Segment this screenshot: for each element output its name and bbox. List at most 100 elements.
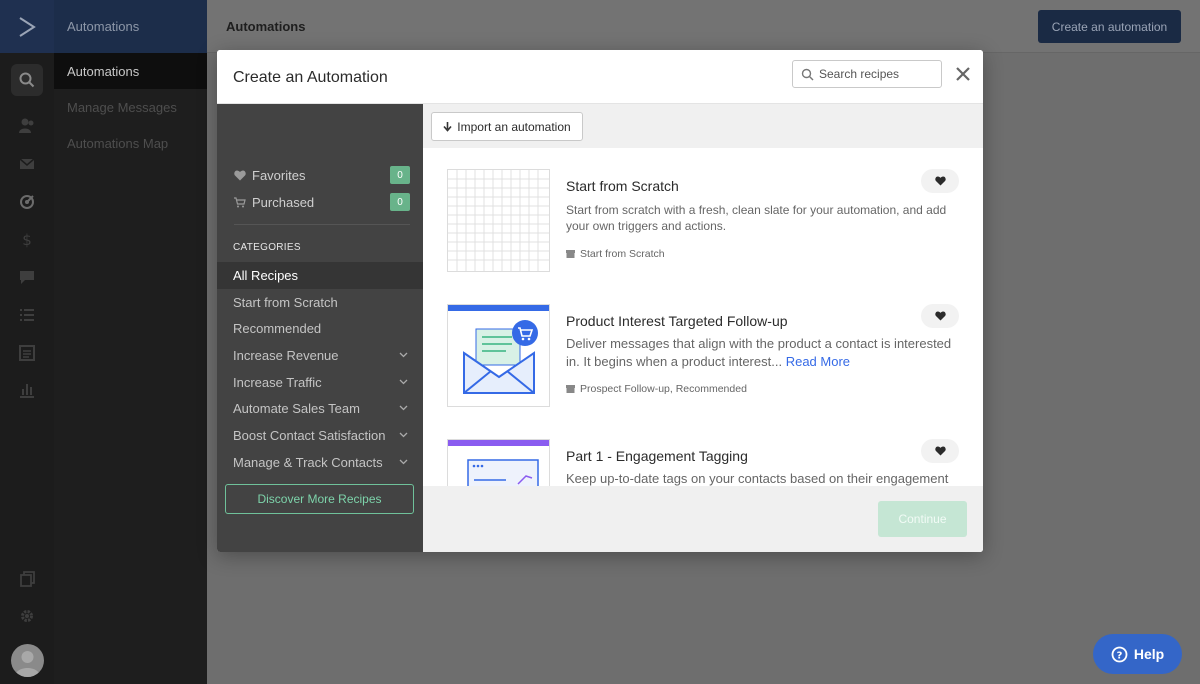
icon-rail: $ (0, 0, 54, 684)
category-manage-track-contacts[interactable]: Manage & Track Contacts (217, 449, 423, 476)
divider (234, 224, 410, 225)
cart-icon (234, 196, 246, 207)
read-more-link[interactable]: Read More (786, 354, 850, 369)
recipe-card[interactable]: Start from Scratch Start from scratch wi… (423, 148, 983, 283)
heart-icon (934, 311, 946, 321)
logo-icon[interactable] (0, 0, 54, 53)
search-box (792, 60, 942, 88)
purchased-count-badge: 0 (390, 193, 410, 211)
chat-icon[interactable] (11, 261, 43, 293)
tag-icon (566, 250, 575, 258)
svg-text:?: ? (1116, 650, 1122, 661)
create-automation-button[interactable]: Create an automation (1038, 10, 1181, 43)
top-bar: Automations Create an automation (207, 0, 1200, 53)
category-increase-traffic[interactable]: Increase Traffic (217, 369, 423, 396)
search-icon (801, 68, 814, 80)
secondary-nav: Automations Automations Manage Messages … (54, 0, 207, 684)
recipe-tags: Start from Scratch (566, 248, 665, 260)
favorite-heart-button[interactable] (921, 169, 959, 193)
search-input[interactable] (819, 67, 937, 81)
grid-thumbnail (447, 169, 550, 272)
chevron-down-icon (399, 379, 408, 385)
heart-icon (234, 170, 246, 180)
recipe-card[interactable]: Product Interest Targeted Follow-up Deli… (423, 283, 983, 418)
category-increase-revenue[interactable]: Increase Revenue (217, 342, 423, 369)
import-label: Import an automation (457, 119, 571, 134)
heart-icon (934, 176, 946, 186)
nav-section-title: Automations (54, 0, 207, 53)
purchased-label: Purchased (252, 194, 315, 210)
recipe-description: Keep up-to-date tags on your contacts ba… (566, 471, 949, 486)
svg-text:$: $ (22, 231, 32, 249)
nav-item-manage-messages[interactable]: Manage Messages (54, 89, 207, 125)
recipe-title: Product Interest Targeted Follow-up (566, 313, 788, 329)
recipe-title: Start from Scratch (566, 178, 679, 194)
continue-button[interactable]: Continue (878, 501, 967, 537)
favorites-filter[interactable]: Favorites 0 (234, 165, 410, 185)
automations-icon[interactable] (11, 186, 43, 218)
category-boost-contact-satisfaction[interactable]: Boost Contact Satisfaction (217, 422, 423, 449)
download-icon (443, 121, 452, 132)
avatar[interactable] (11, 644, 44, 677)
search-icon[interactable] (11, 64, 43, 96)
category-label: Increase Revenue (233, 348, 339, 363)
recipe-description: Deliver messages that align with the pro… (566, 335, 966, 371)
category-label: Automate Sales Team (233, 401, 360, 416)
purchased-filter[interactable]: Purchased 0 (234, 192, 410, 212)
help-button[interactable]: ? Help (1093, 634, 1182, 674)
categories-heading: CATEGORIES (233, 242, 301, 253)
recipe-tags-text: Start from Scratch (580, 248, 665, 260)
category-label: Boost Contact Satisfaction (233, 428, 386, 443)
recipe-tags-text: Prospect Follow-up, Recommended (580, 383, 747, 395)
create-automation-modal: Create an Automation Favorites 0 Purchas… (217, 50, 983, 552)
import-bar: Import an automation (423, 104, 983, 148)
list-icon[interactable] (11, 299, 43, 331)
chevron-down-icon (399, 352, 408, 358)
help-label: Help (1133, 646, 1165, 662)
category-label: Manage & Track Contacts (233, 455, 383, 470)
dollar-icon[interactable]: $ (11, 224, 43, 256)
question-icon: ? (1111, 646, 1128, 662)
import-automation-button[interactable]: Import an automation (431, 112, 583, 141)
category-automate-sales-team[interactable]: Automate Sales Team (217, 395, 423, 422)
category-start-from-scratch[interactable]: Start from Scratch (217, 289, 423, 316)
tag-icon (566, 385, 575, 393)
category-label: Increase Traffic (233, 375, 322, 390)
engagement-thumbnail (447, 439, 550, 486)
chevron-down-icon (399, 459, 408, 465)
category-recommended[interactable]: Recommended (217, 315, 423, 342)
mail-icon[interactable] (11, 148, 43, 180)
category-all-recipes[interactable]: All Recipes (217, 262, 423, 289)
recipe-tags: Prospect Follow-up, Recommended (566, 383, 747, 395)
settings-icon[interactable] (11, 600, 43, 632)
chevron-down-icon (399, 405, 408, 411)
favorites-count-badge: 0 (390, 166, 410, 184)
modal-header: Create an Automation (217, 50, 983, 104)
reports-icon[interactable] (11, 374, 43, 406)
contacts-icon[interactable] (11, 110, 43, 142)
page-title: Automations (226, 19, 306, 34)
category-label: Start from Scratch (233, 295, 338, 310)
favorite-heart-button[interactable] (921, 439, 959, 463)
favorite-heart-button[interactable] (921, 304, 959, 328)
close-icon[interactable] (954, 65, 972, 83)
category-label: Recommended (233, 321, 322, 336)
recipe-content: Import an automation Start from Scratch … (423, 104, 983, 552)
discover-more-recipes-button[interactable]: Discover More Recipes (225, 484, 414, 514)
category-label: All Recipes (233, 268, 299, 283)
recipe-list: Start from Scratch Start from scratch wi… (423, 148, 983, 486)
forms-icon[interactable] (11, 337, 43, 369)
modal-footer: Continue (423, 486, 983, 552)
heart-icon (934, 446, 946, 456)
recipe-title: Part 1 - Engagement Tagging (566, 448, 748, 464)
recipe-description: Start from scratch with a fresh, clean s… (566, 203, 947, 233)
pages-icon[interactable] (11, 563, 43, 595)
recipe-description-text: Deliver messages that align with the pro… (566, 336, 952, 369)
modal-title: Create an Automation (233, 69, 388, 86)
recipe-card[interactable]: Part 1 - Engagement Tagging Keep up-to-d… (423, 418, 983, 486)
favorites-label: Favorites (252, 167, 306, 183)
recipe-sidebar: Favorites 0 Purchased 0 CATEGORIES All R… (217, 104, 423, 552)
nav-item-automations[interactable]: Automations (54, 53, 207, 89)
nav-item-automations-map[interactable]: Automations Map (54, 125, 207, 161)
chevron-down-icon (399, 432, 408, 438)
